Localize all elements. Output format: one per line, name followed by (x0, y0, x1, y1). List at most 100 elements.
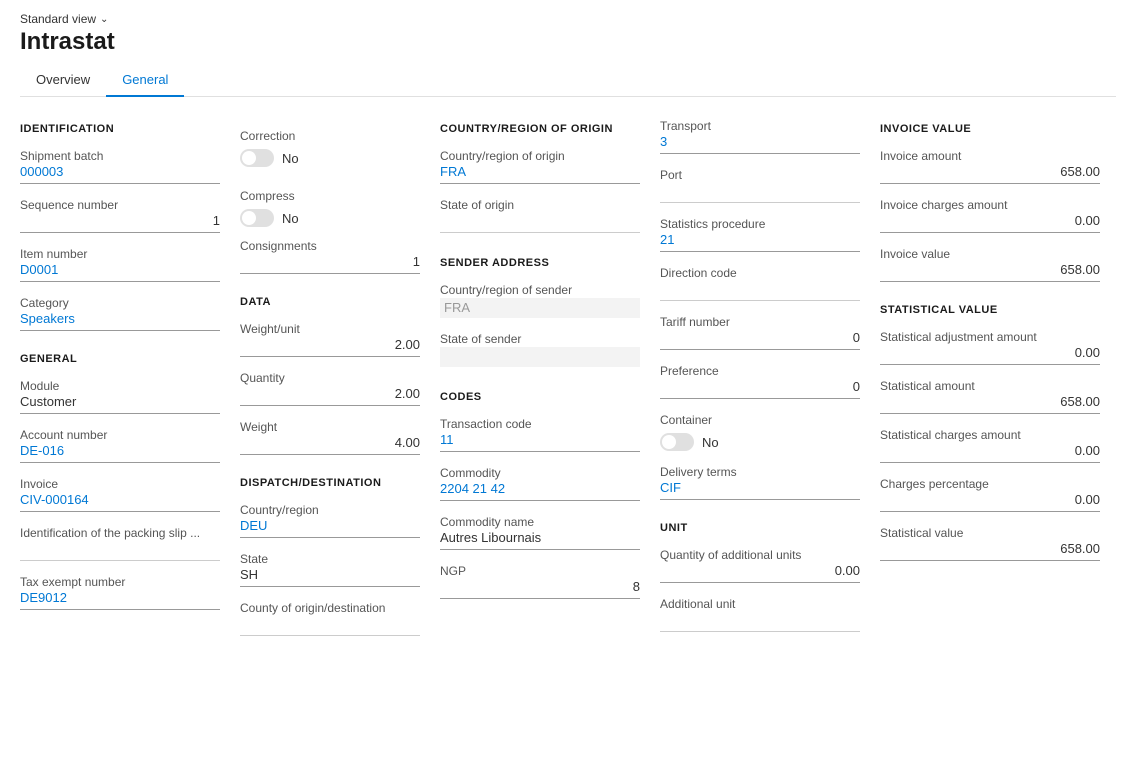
origin-country-label: Country/region of origin (440, 149, 640, 163)
consignments-value[interactable]: 1 (240, 254, 420, 274)
stat-charges-field: Statistical charges amount 0.00 (880, 422, 1100, 463)
commodity-value[interactable]: 2204 21 42 (440, 481, 640, 501)
invoice-value-label: Invoice value (880, 247, 1100, 261)
transport-label: Transport (660, 119, 860, 133)
origin-state-field: State of origin (440, 192, 640, 233)
item-number-value[interactable]: D0001 (20, 262, 220, 282)
additional-unit-field: Additional unit (660, 591, 860, 632)
dispatch-state-field: State SH (240, 546, 420, 587)
commodity-name-value[interactable]: Autres Libournais (440, 530, 640, 550)
preference-value[interactable]: 0 (660, 379, 860, 399)
direction-code-value[interactable] (660, 281, 860, 301)
tariff-number-label: Tariff number (660, 315, 860, 329)
tax-exempt-value[interactable]: DE9012 (20, 590, 220, 610)
ngp-field: NGP 8 (440, 558, 640, 599)
commodity-field: Commodity 2204 21 42 (440, 460, 640, 501)
dispatch-state-value[interactable]: SH (240, 567, 420, 587)
invoice-charges-value[interactable]: 0.00 (880, 213, 1100, 233)
shipment-batch-value[interactable]: 000003 (20, 164, 220, 184)
tabs: Overview General (20, 64, 1116, 97)
transaction-code-value[interactable]: 11 (440, 432, 640, 452)
weight-unit-field: Weight/unit 2.00 (240, 316, 420, 357)
compress-label: Compress (240, 189, 420, 203)
shipment-batch-field: Shipment batch 000003 (20, 143, 220, 184)
weight-unit-label: Weight/unit (240, 322, 420, 336)
compress-toggle-text: No (282, 211, 299, 226)
charges-pct-value[interactable]: 0.00 (880, 492, 1100, 512)
charges-pct-label: Charges percentage (880, 477, 1100, 491)
qty-additional-label: Quantity of additional units (660, 548, 860, 562)
chevron-down-icon: ⌄ (100, 14, 108, 25)
county-value[interactable] (240, 616, 420, 636)
codes-section: CODES (440, 391, 640, 403)
port-value[interactable] (660, 183, 860, 203)
stat-charges-value[interactable]: 0.00 (880, 443, 1100, 463)
stat-amount-label: Statistical amount (880, 379, 1100, 393)
container-toggle[interactable] (660, 433, 694, 451)
sender-country-label: Country/region of sender (440, 283, 640, 297)
invoice-label: Invoice (20, 477, 220, 491)
invoice-value[interactable]: CIV-000164 (20, 492, 220, 512)
stat-adjustment-field: Statistical adjustment amount 0.00 (880, 324, 1100, 365)
account-number-label: Account number (20, 428, 220, 442)
additional-unit-value[interactable] (660, 612, 860, 632)
stat-adjustment-label: Statistical adjustment amount (880, 330, 1100, 344)
transport-value[interactable]: 3 (660, 134, 860, 154)
delivery-terms-value[interactable]: CIF (660, 480, 860, 500)
account-number-value[interactable]: DE-016 (20, 443, 220, 463)
invoice-amount-value[interactable]: 658.00 (880, 164, 1100, 184)
consignments-label: Consignments (240, 239, 420, 253)
sequence-number-value[interactable]: 1 (20, 213, 220, 233)
packing-slip-value[interactable] (20, 541, 220, 561)
statistics-value[interactable]: 21 (660, 232, 860, 252)
origin-country-value[interactable]: FRA (440, 164, 640, 184)
compress-toggle[interactable] (240, 209, 274, 227)
stat-adjustment-value[interactable]: 0.00 (880, 345, 1100, 365)
correction-block: Correction No (240, 123, 420, 167)
tariff-number-field: Tariff number 0 (660, 309, 860, 350)
qty-additional-value[interactable]: 0.00 (660, 563, 860, 583)
origin-country-field: Country/region of origin FRA (440, 143, 640, 184)
delivery-terms-label: Delivery terms (660, 465, 860, 479)
category-value[interactable]: Speakers (20, 311, 220, 331)
category-label: Category (20, 296, 220, 310)
item-number-label: Item number (20, 247, 220, 261)
stat-amount-value[interactable]: 658.00 (880, 394, 1100, 414)
invoice-value-value[interactable]: 658.00 (880, 262, 1100, 282)
weight-unit-value[interactable]: 2.00 (240, 337, 420, 357)
dispatch-country-value[interactable]: DEU (240, 518, 420, 538)
dispatch-country-field: Country/region DEU (240, 497, 420, 538)
stat-value-field: Statistical value 658.00 (880, 520, 1100, 561)
standard-view-label: Standard view (20, 12, 96, 26)
delivery-terms-field: Delivery terms CIF (660, 459, 860, 500)
tab-overview[interactable]: Overview (20, 64, 106, 97)
tab-general[interactable]: General (106, 64, 184, 97)
quantity-value[interactable]: 2.00 (240, 386, 420, 406)
column-5: INVOICE VALUE Invoice amount 658.00 Invo… (880, 113, 1100, 638)
ngp-value[interactable]: 8 (440, 579, 640, 599)
direction-code-field: Direction code (660, 260, 860, 301)
weight-value[interactable]: 4.00 (240, 435, 420, 455)
container-toggle-row: No (660, 433, 860, 451)
module-value[interactable]: Customer (20, 394, 220, 414)
correction-toggle-text: No (282, 151, 299, 166)
port-label: Port (660, 168, 860, 182)
dispatch-section: DISPATCH/DESTINATION (240, 477, 420, 489)
column-3: COUNTRY/REGION OF ORIGIN Country/region … (440, 113, 640, 638)
preference-label: Preference (660, 364, 860, 378)
sender-state-label: State of sender (440, 332, 640, 346)
dispatch-country-label: Country/region (240, 503, 420, 517)
container-toggle-text: No (702, 435, 719, 450)
account-number-field: Account number DE-016 (20, 422, 220, 463)
transport-field: Transport 3 (660, 113, 860, 154)
page: Standard view ⌄ Intrastat Overview Gener… (0, 0, 1136, 761)
column-4: Transport 3 Port Statistics procedure 21… (660, 113, 860, 638)
compress-toggle-row: No (240, 209, 420, 227)
origin-state-value[interactable] (440, 213, 640, 233)
sender-state-value (440, 347, 640, 367)
tariff-number-value[interactable]: 0 (660, 330, 860, 350)
correction-toggle[interactable] (240, 149, 274, 167)
module-label: Module (20, 379, 220, 393)
standard-view[interactable]: Standard view ⌄ (20, 12, 1116, 26)
stat-value-value[interactable]: 658.00 (880, 541, 1100, 561)
